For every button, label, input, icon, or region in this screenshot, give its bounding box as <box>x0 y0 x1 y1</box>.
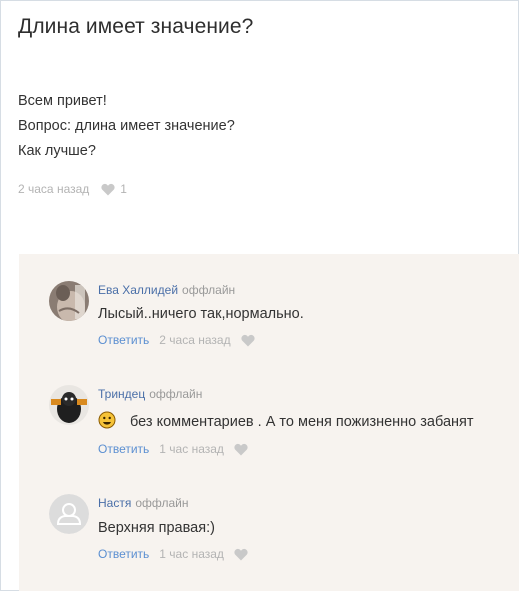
online-status: оффлайн <box>149 387 203 401</box>
post-time: 2 часа назад <box>18 182 90 196</box>
smiley-icon <box>98 411 116 433</box>
online-status: оффлайн <box>135 496 189 510</box>
post-line: Всем привет! <box>18 93 107 109</box>
comment-time: 1 час назад <box>159 547 224 561</box>
comment-author[interactable]: Ева Халлидей <box>98 283 178 297</box>
like-count: 1 <box>120 182 127 196</box>
comments-section: Ева Халлидей оффлайн Лысый..ничего так,но… <box>19 254 519 591</box>
comment-text: Лысый..ничего так,нормально. <box>98 306 304 322</box>
comment-header: Настя оффлайн <box>98 496 189 510</box>
comment-text: без комментариев . А то меня пожизненно … <box>98 411 474 433</box>
post-body: Всем привет! Вопрос: длина имеет значени… <box>18 89 235 164</box>
post-line: Как лучше? <box>18 143 96 159</box>
comment-meta: Ответить 1 час назад <box>98 547 248 561</box>
heart-icon <box>101 183 115 196</box>
comment-header: Триндец оффлайн <box>98 387 202 401</box>
comment-author[interactable]: Триндец <box>98 387 145 401</box>
reply-button[interactable]: Ответить <box>98 333 149 347</box>
post-line: Вопрос: длина имеет значение? <box>18 118 235 134</box>
comment-text: Верхняя правая:) <box>98 520 215 536</box>
post-title: Длина имеет значение? <box>18 15 254 38</box>
post-meta: 2 часа назад 1 <box>18 182 127 196</box>
comment-author[interactable]: Настя <box>98 496 131 510</box>
comment-meta: Ответить 2 часа назад <box>98 333 255 347</box>
comment-text-content: без комментариев . А то меня пожизненно … <box>130 413 474 430</box>
reply-button[interactable]: Ответить <box>98 547 149 561</box>
comment-meta: Ответить 1 час назад <box>98 442 248 456</box>
comment-time: 2 часа назад <box>159 333 231 347</box>
heart-icon[interactable] <box>234 443 248 456</box>
default-avatar-icon[interactable] <box>49 494 89 534</box>
heart-icon[interactable] <box>240 334 255 347</box>
avatar[interactable] <box>49 281 89 321</box>
avatar[interactable] <box>49 385 89 425</box>
online-status: оффлайн <box>182 283 236 297</box>
reply-button[interactable]: Ответить <box>98 442 149 456</box>
heart-icon[interactable] <box>234 548 248 561</box>
comment-time: 1 час назад <box>159 442 224 456</box>
like-button[interactable]: 1 <box>101 182 127 196</box>
comment-header: Ева Халлидей оффлайн <box>98 283 235 297</box>
post-card: Длина имеет значение? Всем привет! Вопро… <box>0 0 519 591</box>
